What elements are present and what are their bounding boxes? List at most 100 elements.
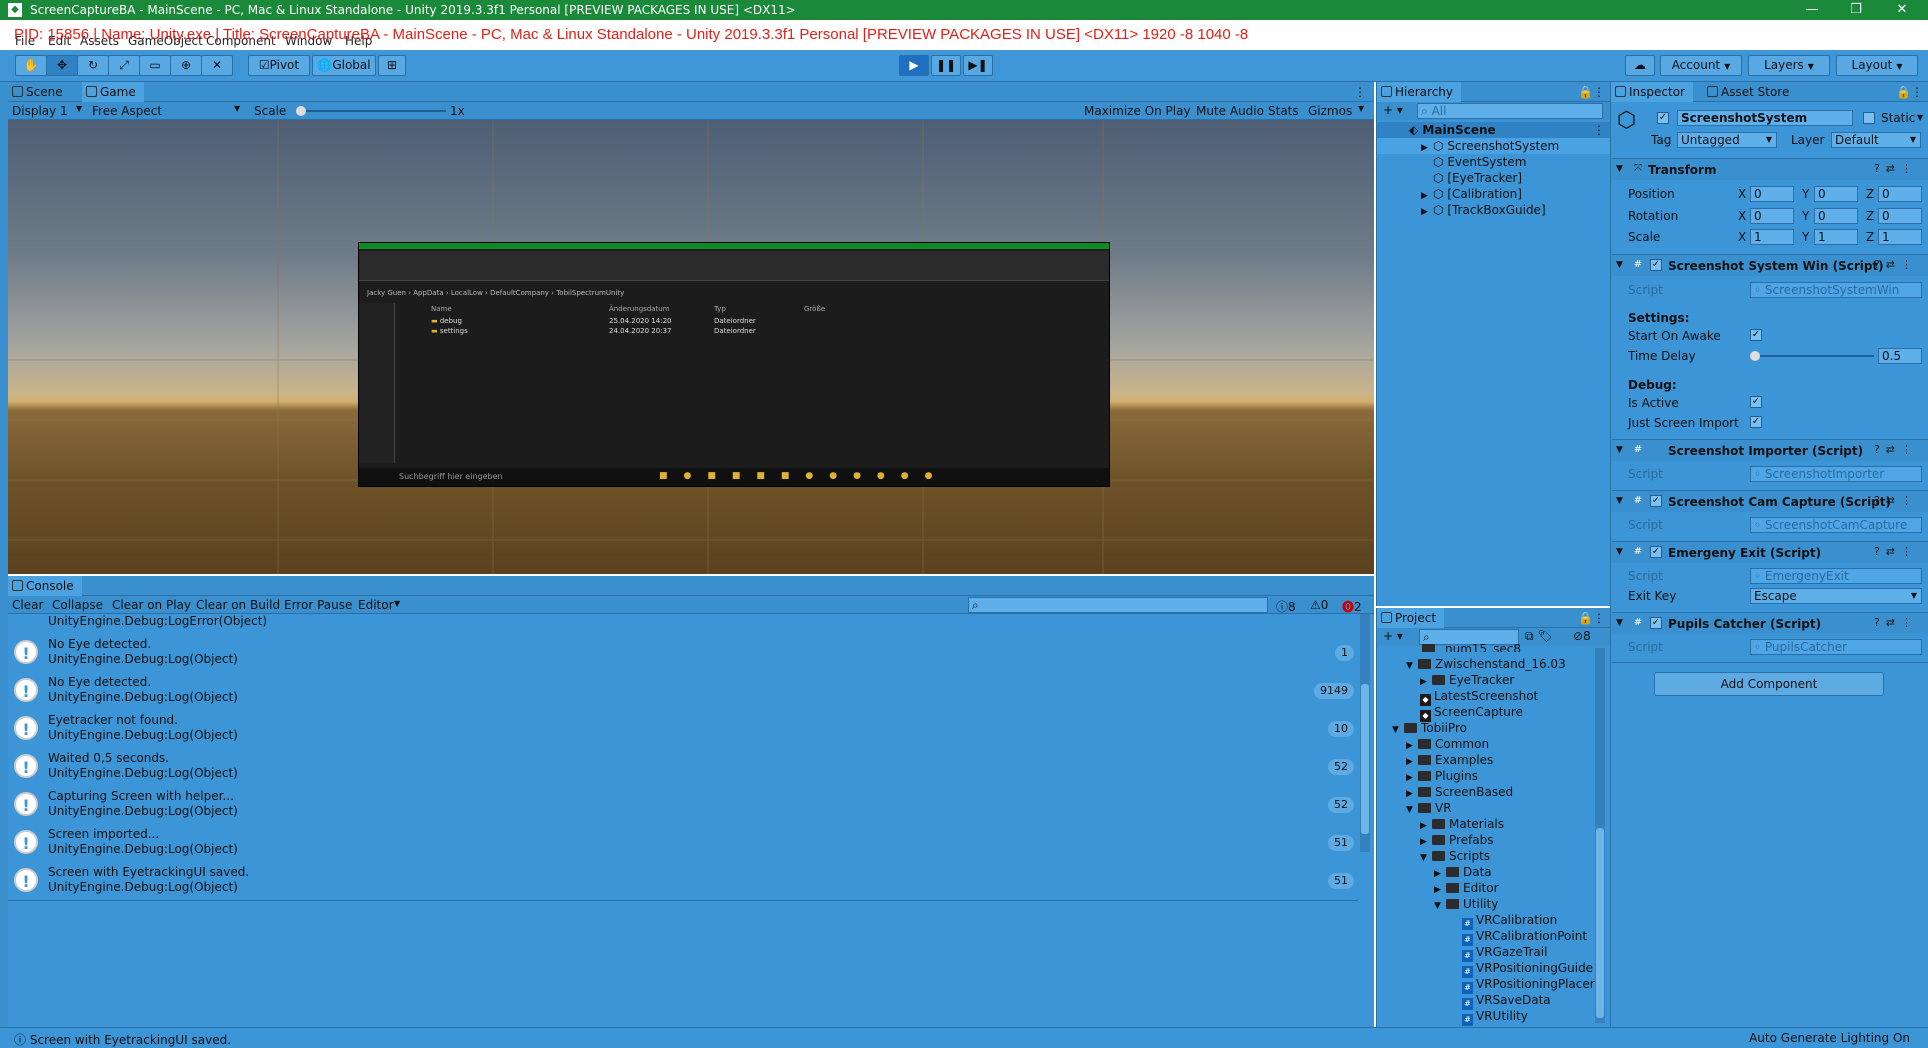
log-count-toggle[interactable]: ⓘ8 [1276, 598, 1296, 615]
hand-tool-icon[interactable]: ✋ [15, 55, 47, 76]
tab-project[interactable]: Project [1377, 608, 1445, 628]
component-header[interactable]: ▼ # ✓ Screenshot Cam Capture (Script) ?⇄… [1612, 490, 1928, 512]
project-item[interactable]: # VRUtility [1462, 1009, 1528, 1026]
aspect-dropdown[interactable]: Free Aspect [92, 104, 162, 118]
scene-row[interactable]: ⬖ MainScene ⋮ [1377, 122, 1611, 138]
hierarchy-item[interactable]: ⬡ [EyeTracker] [1433, 171, 1522, 185]
game-viewport[interactable]: Jacky Guen › AppData › LocalLow › Defaul… [8, 120, 1374, 574]
script-field[interactable]: ◦ ScreenshotCamCapture [1750, 517, 1922, 533]
minimize-button[interactable]: — [1792, 0, 1832, 20]
hierarchy-search-input[interactable]: ⌕ All [1417, 103, 1603, 119]
clear-on-play-toggle[interactable]: Clear on Play [112, 598, 191, 612]
hierarchy-item[interactable]: ▶ ⬡ [TrackBoxGuide] [1421, 203, 1546, 217]
maximize-on-play-toggle[interactable]: Maximize On Play [1084, 104, 1191, 118]
tag-dropdown[interactable]: Untagged ▼ [1677, 132, 1777, 148]
scale-z-input[interactable]: 1 [1878, 229, 1922, 245]
time-delay-input[interactable]: 0.5 [1878, 348, 1922, 364]
project-scrollbar-thumb[interactable] [1596, 828, 1604, 1018]
component-menu-icons[interactable]: ?⇄⋮ [1874, 258, 1918, 271]
scale-x-input[interactable]: 1 [1750, 229, 1794, 245]
rotation-y-input[interactable]: 0 [1814, 208, 1858, 224]
add-component-button[interactable]: Add Component [1654, 672, 1884, 696]
mute-audio-toggle[interactable]: Mute Audio [1196, 104, 1264, 118]
maximize-button[interactable]: ❐ [1836, 0, 1876, 20]
scale-y-input[interactable]: 1 [1814, 229, 1858, 245]
position-y-input[interactable]: 0 [1814, 186, 1858, 202]
warn-count-toggle[interactable]: ⚠0 [1310, 598, 1328, 612]
position-x-input[interactable]: 0 [1750, 186, 1794, 202]
gizmos-dropdown[interactable]: Gizmos [1308, 104, 1352, 118]
log-row[interactable]: ! Eyetracker not found. UnityEngine.Debu… [8, 710, 1358, 748]
component-menu-icons[interactable]: ?⇄⋮ [1874, 545, 1918, 558]
collapse-toggle[interactable]: Collapse [52, 598, 103, 612]
hierarchy-item-selected[interactable]: ▶ ⬡ ScreenshotSystem [1377, 138, 1611, 154]
log-row[interactable]: ! No Eye detected. UnityEngine.Debug:Log… [8, 634, 1358, 672]
component-enabled-checkbox[interactable]: ✓ [1650, 546, 1662, 558]
rotate-tool-icon[interactable]: ↻ [77, 55, 109, 76]
object-name-input[interactable]: ScreenshotSystem [1677, 110, 1853, 126]
project-item[interactable]: # VRGazeTrail [1462, 945, 1547, 962]
lock-icon[interactable]: 🔒⋮ [1896, 85, 1923, 99]
pivot-toggle[interactable]: ☑Pivot [248, 55, 310, 76]
hierarchy-item[interactable]: ▶ ⬡ [Calibration] [1421, 187, 1522, 201]
lock-icon[interactable]: 🔒⋮ [1578, 85, 1605, 99]
project-item[interactable]: ▼ TobiiPro [1392, 721, 1467, 735]
project-item[interactable]: ◆ LatestScreenshot [1420, 689, 1538, 706]
pause-button[interactable]: ❚❚ [931, 55, 961, 76]
error-count-toggle[interactable]: ⓿2 [1342, 598, 1362, 615]
log-row[interactable]: ! No Eye detected. UnityEngine.Debug:Log… [8, 672, 1358, 710]
component-menu-icons[interactable]: ?⇄⋮ [1874, 443, 1918, 456]
console-scrollbar[interactable] [1360, 614, 1370, 852]
time-delay-slider-handle[interactable] [1750, 351, 1760, 361]
project-scrollbar[interactable] [1595, 648, 1605, 1023]
component-menu-icons[interactable]: ?⇄⋮ [1874, 616, 1918, 629]
play-button[interactable]: ▶ [899, 55, 929, 76]
rect-tool-icon[interactable]: ▭ [139, 55, 171, 76]
tab-hierarchy[interactable]: Hierarchy [1377, 82, 1462, 102]
step-button[interactable]: ▶❚ [963, 55, 993, 76]
log-row[interactable]: ! Waited 0,5 seconds. UnityEngine.Debug:… [8, 748, 1358, 786]
project-item[interactable]: ▶ Prefabs [1420, 833, 1494, 847]
tab-inspector[interactable]: Inspector [1611, 82, 1693, 102]
project-item[interactable]: ▶ EyeTracker [1420, 673, 1514, 687]
log-row[interactable]: ! Capturing Screen with helper... UnityE… [8, 786, 1358, 824]
editor-dropdown[interactable]: Editor [358, 598, 394, 612]
project-item[interactable]: ▶ ScreenBased [1406, 785, 1513, 799]
component-header[interactable]: ▼ # ✓ Pupils Catcher (Script) ?⇄⋮ [1612, 612, 1928, 634]
move-tool-icon[interactable]: ✥ [46, 55, 78, 76]
layout-dropdown[interactable]: Layout ▼ [1836, 55, 1918, 76]
script-field[interactable]: ◦ PupilsCatcher [1750, 639, 1922, 655]
start-on-awake-checkbox[interactable]: ✓ [1750, 329, 1762, 341]
create-dropdown[interactable]: + ▾ [1383, 103, 1403, 117]
scale-tool-icon[interactable]: ⤢ [108, 55, 140, 76]
console-search-input[interactable]: ⌕ [968, 597, 1268, 613]
rotation-z-input[interactable]: 0 [1878, 208, 1922, 224]
snap-icon[interactable]: ⊞ [378, 55, 406, 76]
time-delay-slider-track[interactable] [1754, 355, 1874, 357]
script-field[interactable]: ◦ ScreenshotImporter [1750, 466, 1922, 482]
stats-toggle[interactable]: Stats [1268, 104, 1299, 118]
close-button[interactable]: ✕ [1882, 0, 1922, 20]
project-item[interactable]: _num15_sec8 [1422, 642, 1521, 652]
log-row[interactable]: ! Screen imported... UnityEngine.Debug:L… [8, 824, 1358, 862]
exit-key-dropdown[interactable]: Escape ▼ [1750, 588, 1922, 604]
hierarchy-item[interactable]: ⬡ EventSystem [1433, 155, 1526, 169]
project-item[interactable]: # VRCalibrationPoint [1462, 929, 1587, 946]
active-checkbox[interactable]: ✓ [1657, 112, 1669, 124]
filter-icon[interactable]: ⧉ 🏷 [1525, 629, 1553, 644]
project-item[interactable]: ▶ Data [1434, 865, 1492, 879]
project-item[interactable]: ▶ Editor [1434, 881, 1499, 895]
component-header[interactable]: ▼ # ✓ Screenshot System Win (Script) ?⇄⋮ [1612, 254, 1928, 276]
component-menu-icons[interactable]: ?⇄⋮ [1874, 494, 1918, 507]
project-item[interactable]: ◆ ScreenCapture [1420, 705, 1523, 722]
cloud-icon[interactable]: ☁ [1625, 55, 1655, 76]
project-item[interactable]: ▶ Materials [1420, 817, 1504, 831]
project-item[interactable]: # VRSaveData [1462, 993, 1551, 1010]
position-z-input[interactable]: 0 [1878, 186, 1922, 202]
scene-menu-icon[interactable]: ⋮ [1593, 123, 1605, 137]
is-active-checkbox[interactable]: ✓ [1750, 396, 1762, 408]
error-pause-toggle[interactable]: Error Pause [284, 598, 352, 612]
project-item[interactable]: # VRCalibration [1462, 913, 1557, 930]
tab-console[interactable]: Console [8, 576, 82, 596]
display-dropdown[interactable]: Display 1 [12, 104, 68, 118]
